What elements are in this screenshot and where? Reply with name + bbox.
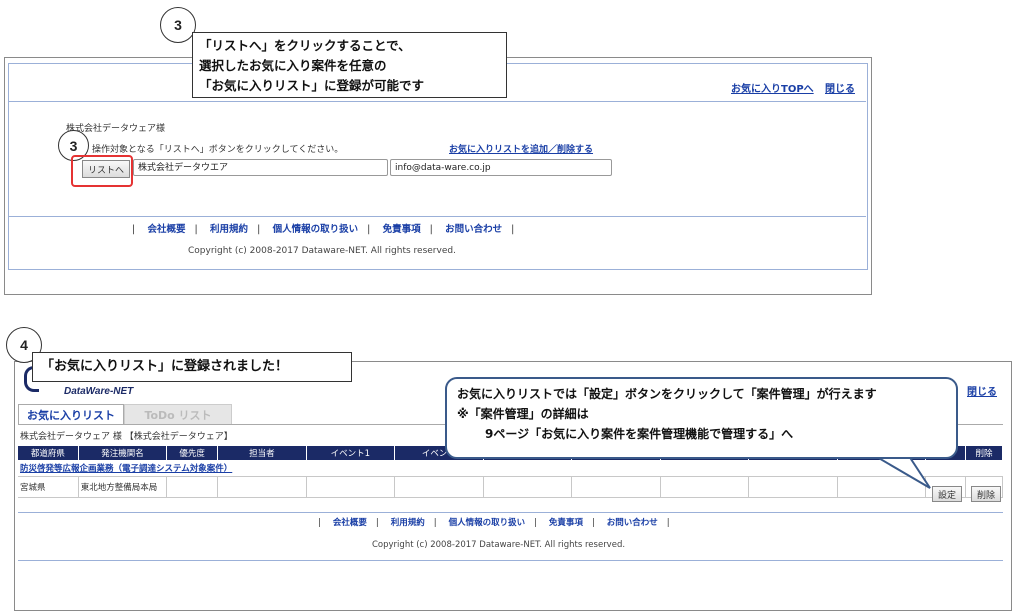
th-event1: イベント1 [306,446,396,460]
th-assignee: 担当者 [217,446,307,460]
footer-company-link[interactable]: 会社概要 [148,224,186,235]
tab-favorites[interactable]: お気に入りリスト [18,404,124,425]
delete-button[interactable]: 削除 [971,486,1001,502]
cell-event2 [394,476,484,498]
tab-favorites-label: お気に入りリスト [27,409,115,422]
user-line: 株式会社データウェア 様 【株式会社データウェア】 [20,432,233,442]
bottom-footer-company-link[interactable]: 会社概要 [333,518,367,528]
fav-top-link[interactable]: お気に入りTOPへ [731,80,814,95]
callout-registered: 「お気に入りリスト」に登録されました！ [32,352,352,382]
tab-todo[interactable]: ToDo リスト [124,404,232,425]
th-delete: 削除 [965,446,1003,460]
bottom-footer-links: | 会社概要 | 利用規約 | 個人情報の取り扱い | 免責事項 | お問い合わせ | [318,518,670,528]
top-footer-divider [8,216,866,217]
bottom-footer-contact-link[interactable]: お問い合わせ [607,518,658,528]
callout1-line-2: 選択したお気に入り案件を任意の [199,58,387,73]
callout3-line-3: 9ページ「お気に入り案件を案件管理機能で管理する」へ [485,427,794,441]
footer-terms-link[interactable]: 利用規約 [210,224,248,235]
cell-event1 [306,476,396,498]
th-priority: 優先度 [166,446,219,460]
bottom-footer-divider-2 [18,560,1003,561]
callout-list-instruction: 「リストへ」をクリックすることで、 選択したお気に入り案件を任意の 「お気に入り… [192,32,507,98]
callout3-line-2: ※「案件管理」の詳細は [457,407,589,421]
cell-agency: 東北地方整備局本局 [78,476,168,498]
step-3-badge: 3 [160,7,196,43]
th-prefecture: 都道府県 [18,446,79,460]
callout1-line-3: 「お気に入りリスト」に登録が可能です [199,78,425,93]
top-copyright: Copyright (c) 2008-2017 Dataware-NET. Al… [188,246,456,256]
logo-text: DataWare-NET [64,386,134,397]
bottom-close-link[interactable]: 閉じる [967,383,997,398]
footer-contact-link[interactable]: お問い合わせ [445,224,502,235]
cell-assignee [217,476,307,498]
th-agency: 発注機関名 [78,446,168,460]
footer-privacy-link[interactable]: 個人情報の取り扱い [273,224,359,235]
top-header-divider [8,101,866,102]
bottom-footer-disclaimer-link[interactable]: 免責事項 [549,518,583,528]
bottom-copyright: Copyright (c) 2008-2017 Dataware-NET. Al… [372,540,626,550]
footer-disclaimer-link[interactable]: 免責事項 [383,224,421,235]
add-delete-list-link[interactable]: お気に入りリストを追加／削除する [449,142,593,155]
bottom-footer-privacy-link[interactable]: 個人情報の取り扱い [449,518,526,528]
top-footer-links: | 会社概要 | 利用規約 | 個人情報の取り扱い | 免責事項 | お問い合わせ | [132,224,515,235]
cell-9 [660,476,750,498]
email-field[interactable]: info@data-ware.co.jp [390,159,612,176]
callout-settings: お気に入りリストでは「設定」ボタンをクリックして「案件管理」が行えます ※「案件… [445,377,958,459]
company-field[interactable]: 株式会社データウエア [133,159,388,176]
cell-7 [483,476,573,498]
cell-priority [166,476,219,498]
cell-10 [748,476,838,498]
instruction-text: 操作対象となる「リストへ」ボタンをクリックしてください。 [92,145,344,155]
bottom-footer-terms-link[interactable]: 利用規約 [391,518,425,528]
callout2-text: 「お気に入りリスト」に登録されました！ [41,359,289,374]
cell-8 [571,476,661,498]
bottom-footer-divider [18,512,1003,513]
project-title-link[interactable]: 防災啓発等広報企画業務（電子調達システム対象案件） [20,464,232,474]
callout3-line-1: お気に入りリストでは「設定」ボタンをクリックして「案件管理」が行えます [457,387,877,401]
tab-todo-label: ToDo リスト [144,409,212,422]
cell-prefecture: 宮城県 [18,476,79,498]
close-link[interactable]: 閉じる [825,80,855,95]
callout1-line-1: 「リストへ」をクリックすることで、 [199,38,411,53]
list-button[interactable]: リストへ [82,160,130,178]
